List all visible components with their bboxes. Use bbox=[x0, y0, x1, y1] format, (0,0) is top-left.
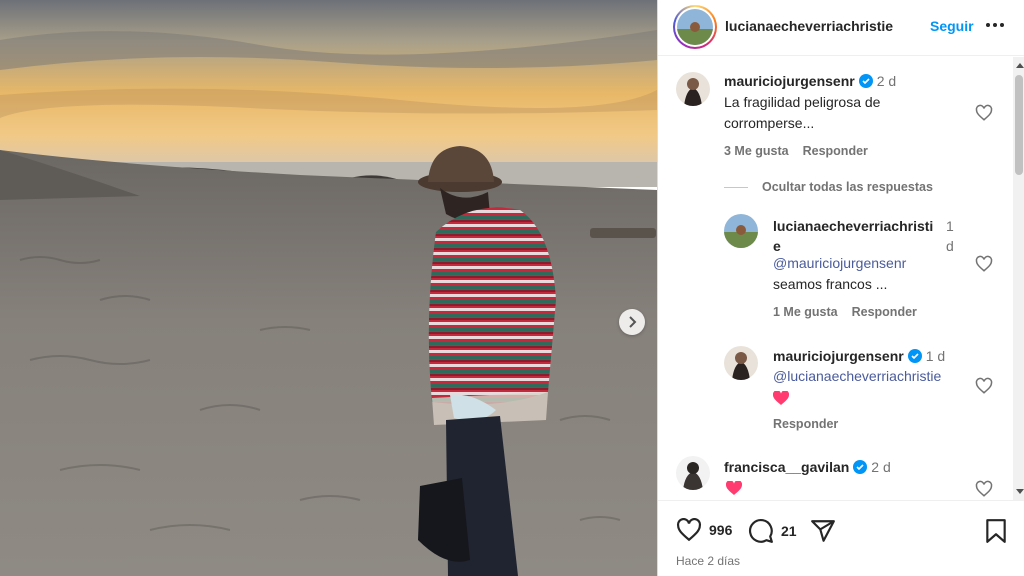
author-avatar[interactable] bbox=[673, 5, 717, 49]
verified-badge-icon bbox=[907, 349, 922, 363]
comments-count: 21 bbox=[781, 523, 797, 539]
reply-time-line: 1 bbox=[946, 218, 954, 234]
reply-button[interactable]: Responder bbox=[803, 144, 868, 158]
reply-button[interactable]: Responder bbox=[773, 417, 838, 431]
commenter-avatar[interactable] bbox=[676, 456, 710, 490]
reply-likes[interactable]: 1 Me gusta bbox=[773, 305, 838, 319]
commenter-avatar[interactable] bbox=[676, 72, 710, 106]
verified-badge-icon bbox=[858, 74, 873, 88]
reply-username[interactable]: mauriciojurgensenr bbox=[773, 348, 904, 364]
more-horizontal-icon bbox=[986, 23, 1004, 27]
reply-button[interactable]: Responder bbox=[852, 305, 917, 319]
save-action[interactable] bbox=[985, 518, 1007, 544]
bookmark-icon[interactable] bbox=[985, 518, 1007, 544]
scroll-thumb[interactable] bbox=[1015, 75, 1023, 175]
share-icon[interactable] bbox=[810, 518, 836, 544]
reply-text: seamos francos ... bbox=[773, 276, 888, 292]
likes-count: 996 bbox=[709, 522, 733, 538]
heart-outline-icon[interactable] bbox=[975, 480, 993, 498]
comment: mauriciojurgensenr 2 d La fragilidad peli… bbox=[658, 57, 1013, 167]
mention-link[interactable]: @lucianaecheverriachristie bbox=[773, 366, 941, 387]
verified-badge-icon bbox=[853, 460, 868, 474]
commenter-avatar[interactable] bbox=[724, 214, 758, 248]
mention-link[interactable]: @mauriciojurgensenr bbox=[773, 253, 906, 274]
follow-button[interactable]: Seguir bbox=[930, 18, 974, 34]
comments-scrollbar[interactable] bbox=[1013, 57, 1024, 500]
comment-time: 2 d bbox=[871, 459, 891, 475]
scroll-up-arrow-icon[interactable] bbox=[1016, 63, 1024, 68]
reply-time: 1 d bbox=[925, 348, 946, 364]
post-actions-bar: 996 21 Hace 2 días bbox=[658, 500, 1024, 576]
heart-outline-icon[interactable] bbox=[975, 104, 993, 122]
heart-emoji-icon bbox=[726, 481, 742, 495]
heart-outline-icon[interactable] bbox=[975, 377, 993, 395]
heart-outline-icon[interactable] bbox=[975, 255, 993, 273]
comment-icon[interactable] bbox=[748, 518, 774, 544]
reply-username-line[interactable]: lucianaecheverriachristi bbox=[773, 216, 933, 236]
reply-time-line: d bbox=[946, 238, 954, 254]
scroll-down-arrow-icon[interactable] bbox=[1016, 489, 1024, 494]
comment-text-line: La fragilidad peligrosa de bbox=[724, 94, 881, 110]
author-username[interactable]: lucianaecheverriachristie bbox=[725, 18, 893, 34]
comment: francisca__gavilan 2 d bbox=[658, 450, 1013, 500]
like-action[interactable]: 996 bbox=[676, 518, 732, 542]
commenter-avatar[interactable] bbox=[724, 346, 758, 380]
post-date: Hace 2 días bbox=[676, 554, 741, 568]
heart-emoji-icon bbox=[772, 390, 790, 405]
beach-photo bbox=[0, 0, 657, 576]
post-header: lucianaecheverriachristie Seguir bbox=[658, 0, 1024, 56]
reply: mauriciojurgensenr 1 d @lucianaecheverria… bbox=[658, 339, 1013, 439]
next-image-button[interactable] bbox=[619, 309, 645, 335]
comment-likes[interactable]: 3 Me gusta bbox=[724, 144, 789, 158]
post-photo bbox=[0, 0, 657, 576]
hide-replies-button[interactable]: Ocultar todas las respuestas bbox=[724, 180, 933, 194]
chevron-right-icon bbox=[629, 316, 637, 328]
avatar-image bbox=[677, 9, 713, 45]
comment-username[interactable]: mauriciojurgensenr bbox=[724, 73, 855, 89]
reply: lucianaecheverriachristi e 1 d @mauricio… bbox=[658, 207, 1013, 332]
comments-list[interactable]: mauriciojurgensenr 2 d La fragilidad peli… bbox=[658, 57, 1013, 500]
comment-text-line: corromperse... bbox=[724, 115, 815, 131]
comment-username[interactable]: francisca__gavilan bbox=[724, 459, 849, 475]
hide-replies-label: Ocultar todas las respuestas bbox=[762, 180, 933, 194]
share-action[interactable] bbox=[810, 518, 836, 544]
comment-time: 2 d bbox=[876, 73, 897, 89]
post-side-panel: lucianaecheverriachristie Seguir maurici… bbox=[657, 0, 1024, 576]
more-options-button[interactable] bbox=[984, 14, 1006, 36]
divider bbox=[724, 186, 748, 188]
heart-icon[interactable] bbox=[676, 518, 702, 542]
comment-action[interactable]: 21 bbox=[748, 518, 797, 544]
